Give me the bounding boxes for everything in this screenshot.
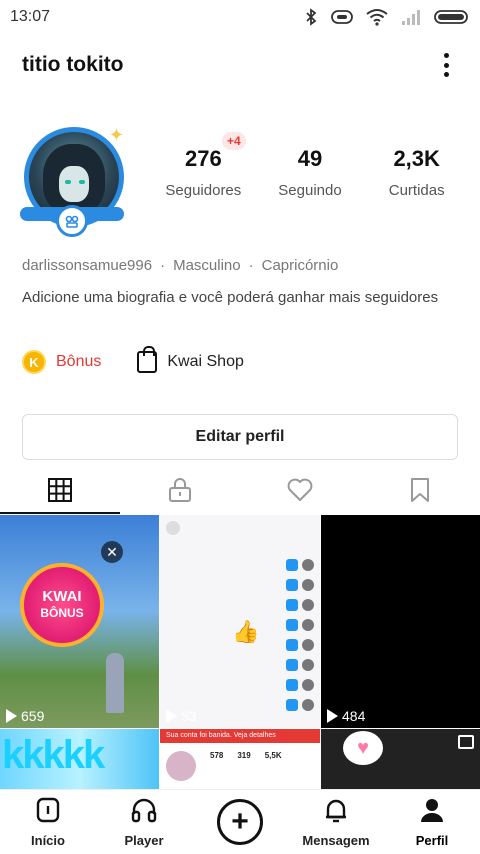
stat-likes[interactable]: 2,3K Curtidas bbox=[363, 146, 470, 199]
stat-likes-label: Curtidas bbox=[388, 182, 445, 199]
video-grid: ✕ KWAI BÔNUS 659 👍 53 484 kkkkk Sua cont… bbox=[0, 515, 480, 789]
user-icon bbox=[418, 796, 446, 829]
tab-liked[interactable] bbox=[240, 470, 360, 514]
tab-private[interactable] bbox=[120, 470, 240, 514]
headphones-icon bbox=[130, 796, 158, 829]
mini-stats: 578 319 5,5K bbox=[210, 751, 282, 760]
nav-home[interactable]: Início bbox=[0, 790, 96, 854]
new-followers-badge: +4 bbox=[222, 132, 246, 150]
signal-icon bbox=[400, 8, 422, 26]
ban-banner: Sua conta foi banida. Veja detalhes bbox=[160, 729, 320, 743]
profile-shortcuts: K Bônus Kwai Shop bbox=[22, 346, 244, 374]
view-count: 659 bbox=[6, 708, 44, 724]
nav-messages-label: Mensagem bbox=[302, 833, 370, 848]
kwai-shop-button[interactable]: Kwai Shop bbox=[137, 346, 244, 373]
grid-icon bbox=[47, 477, 73, 508]
heart-bubble-icon: ♥ bbox=[343, 731, 383, 765]
stat-following-value: 49 bbox=[297, 146, 323, 171]
video-thumbnail[interactable]: ♥ bbox=[321, 729, 480, 789]
more-options-icon[interactable] bbox=[434, 50, 458, 80]
profile-tabs bbox=[0, 470, 480, 514]
view-count-value: 53 bbox=[181, 708, 197, 724]
profile-meta: darlissonsamue996 · Masculino · Capricór… bbox=[22, 257, 338, 274]
profile-bio[interactable]: Adicione uma biografia e você poderá gan… bbox=[22, 288, 442, 308]
kwai-shop-label: Kwai Shop bbox=[167, 353, 244, 370]
view-count-value: 484 bbox=[342, 708, 366, 724]
nav-player[interactable]: Player bbox=[96, 790, 192, 854]
image-post-icon bbox=[458, 735, 474, 749]
lock-icon bbox=[167, 477, 193, 508]
mini-stat: 319 bbox=[237, 751, 251, 760]
video-thumbnail[interactable]: 👍 53 bbox=[160, 515, 320, 728]
stat-following-label: Seguindo bbox=[278, 182, 342, 199]
sparkle-icon: ✦ bbox=[108, 125, 124, 145]
profile-sign: Capricórnio bbox=[261, 257, 339, 274]
stat-followers[interactable]: 276 Seguidores +4 bbox=[150, 132, 257, 199]
status-icons bbox=[304, 8, 470, 26]
video-thumbnail[interactable]: 484 bbox=[321, 515, 480, 728]
add-icon: + bbox=[217, 799, 263, 845]
profile-stats: 276 Seguidores +4 49 Seguindo 2,3K Curti… bbox=[150, 132, 470, 199]
meta-separator: · bbox=[248, 257, 254, 274]
bonus-label: Bônus bbox=[56, 353, 102, 370]
kwai-bonus-subtitle: BÔNUS bbox=[40, 606, 84, 620]
kwai-bonus-badge[interactable]: KWAI BÔNUS bbox=[20, 563, 104, 647]
mini-stat: 578 bbox=[210, 751, 224, 760]
thumbs-up-icon: 👍 bbox=[232, 619, 260, 644]
bell-icon bbox=[322, 796, 350, 829]
edit-profile-button[interactable]: Editar perfil bbox=[22, 414, 458, 460]
bottom-nav: Início Player + Mensagem Perfil bbox=[0, 789, 480, 854]
view-count: 484 bbox=[327, 708, 365, 724]
status-bar: 13:07 bbox=[0, 0, 480, 34]
bookmark-icon bbox=[409, 477, 431, 508]
stat-followers-label: Seguidores bbox=[165, 182, 242, 199]
profile-gender: Masculino bbox=[173, 257, 241, 274]
profile-handle: darlissonsamue996 bbox=[22, 257, 153, 274]
close-icon[interactable]: ✕ bbox=[101, 541, 123, 563]
video-thumbnail[interactable]: kkkkk bbox=[0, 729, 159, 789]
status-time: 13:07 bbox=[10, 8, 51, 25]
mini-avatar bbox=[166, 751, 196, 781]
bonus-button[interactable]: K Bônus bbox=[22, 350, 101, 374]
mini-stat: 5,5K bbox=[264, 751, 282, 760]
play-icon bbox=[6, 709, 17, 723]
view-count-value: 659 bbox=[21, 708, 45, 724]
kwai-coin-icon: K bbox=[22, 350, 46, 374]
bluetooth-icon bbox=[304, 8, 318, 26]
text-art: kkkkk bbox=[2, 733, 105, 777]
view-count: 53 bbox=[166, 708, 197, 724]
heart-icon bbox=[286, 477, 314, 508]
nav-profile-label: Perfil bbox=[415, 833, 449, 848]
player-figure bbox=[106, 653, 124, 713]
video-thumbnail[interactable]: Sua conta foi banida. Veja detalhes 578 … bbox=[160, 729, 320, 789]
battery-icon bbox=[434, 8, 470, 26]
stat-likes-value: 2,3K bbox=[393, 146, 440, 171]
tab-saved[interactable] bbox=[360, 470, 480, 514]
nav-player-label: Player bbox=[124, 833, 164, 848]
shopping-bag-icon bbox=[137, 346, 158, 373]
nav-home-label: Início bbox=[31, 833, 65, 848]
wifi-icon bbox=[366, 8, 388, 26]
nav-messages[interactable]: Mensagem bbox=[288, 790, 384, 854]
chat-avatar bbox=[166, 521, 180, 535]
stat-followers-value: 276 bbox=[184, 146, 222, 171]
video-thumbnail[interactable]: ✕ KWAI BÔNUS 659 bbox=[0, 515, 159, 728]
username-title: titio tokito bbox=[22, 53, 124, 76]
avatar-level-badge-icon bbox=[56, 205, 88, 237]
nav-create[interactable]: + bbox=[192, 790, 288, 854]
nav-profile[interactable]: Perfil bbox=[384, 790, 480, 854]
play-icon bbox=[166, 709, 177, 723]
play-icon bbox=[327, 709, 338, 723]
tab-posts[interactable] bbox=[0, 470, 120, 514]
kwai-bonus-title: KWAI bbox=[42, 588, 82, 605]
home-icon bbox=[34, 796, 62, 829]
stat-following[interactable]: 49 Seguindo bbox=[257, 146, 364, 199]
meta-separator: · bbox=[160, 257, 166, 274]
profile-header: titio tokito bbox=[0, 40, 480, 90]
phone-icon bbox=[330, 8, 354, 26]
avatar[interactable]: ✦ bbox=[18, 123, 128, 238]
